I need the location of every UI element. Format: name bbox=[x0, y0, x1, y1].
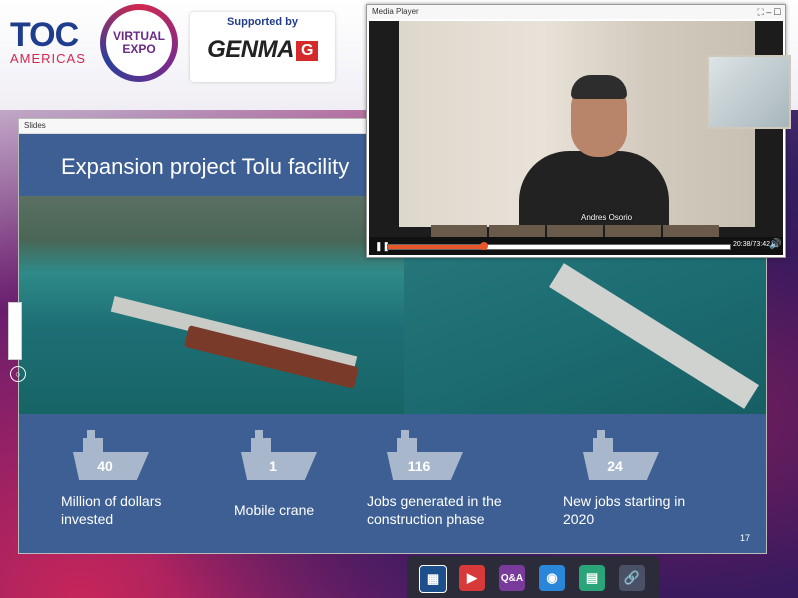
video-icon[interactable]: ▶ bbox=[459, 565, 485, 591]
link-icon[interactable]: 🔗 bbox=[619, 565, 645, 591]
progress-handle[interactable] bbox=[479, 242, 488, 250]
stat-label: New jobs starting in 2020 bbox=[563, 493, 686, 527]
media-player-window[interactable]: Media Player ⛶ – ☐ Andres Osorio ❚❚ 20:3… bbox=[366, 4, 791, 258]
video-controls: ❚❚ 20:38/73:42 🔊 bbox=[369, 237, 783, 255]
sponsor-name: GENMA bbox=[207, 36, 294, 63]
toc-americas-logo: TOC AMERICAS bbox=[10, 18, 95, 66]
wall-picture bbox=[707, 55, 791, 129]
sponsor-box: Supported by GENMA G bbox=[190, 12, 335, 82]
stat-value: 24 bbox=[607, 458, 623, 474]
logo-text-sub: AMERICAS bbox=[10, 51, 86, 66]
side-panel-tab[interactable] bbox=[8, 302, 22, 360]
video-frame: Andres Osorio bbox=[399, 21, 791, 227]
qa-label: Q&A bbox=[500, 572, 524, 584]
ship-icon: 40 bbox=[73, 428, 149, 480]
presentation-icon[interactable]: ▦ bbox=[419, 565, 447, 593]
circle-icon[interactable]: ○ bbox=[10, 366, 26, 382]
progress-bar[interactable] bbox=[387, 242, 731, 250]
window-controls[interactable]: ⛶ – ☐ bbox=[757, 5, 781, 19]
expo-line2: EXPO bbox=[122, 42, 156, 56]
notes-icon[interactable]: ▤ bbox=[579, 565, 605, 591]
jetty-shape bbox=[549, 263, 759, 409]
qa-icon[interactable]: Q&A bbox=[499, 565, 525, 591]
stat-label: Jobs generated in the construction phase bbox=[367, 493, 502, 527]
ship-icon: 116 bbox=[387, 428, 463, 480]
supported-by-label: Supported by bbox=[227, 16, 298, 28]
sponsor-logo: GENMA G bbox=[190, 36, 335, 64]
speaker-name-label: Andres Osorio bbox=[581, 213, 633, 222]
stats-panel: 40 Million of dollars invested 1 Mobile … bbox=[19, 414, 766, 553]
stat-label: Million of dollars invested bbox=[61, 493, 162, 527]
user-icon[interactable]: ◉ bbox=[539, 565, 565, 591]
stat-value: 1 bbox=[269, 458, 277, 474]
slide-page-number: 17 bbox=[739, 533, 750, 543]
progress-fill bbox=[388, 245, 484, 249]
stat-value: 40 bbox=[97, 458, 113, 474]
stat-value: 116 bbox=[407, 458, 431, 474]
media-player-title: Media Player bbox=[372, 7, 419, 16]
bottom-dock: ▦ ▶ Q&A ◉ ▤ 🔗 bbox=[407, 556, 659, 598]
slide-title: Expansion project Tolu facility bbox=[61, 154, 350, 179]
genma-mark-icon: G bbox=[295, 40, 318, 61]
port-photo-left bbox=[19, 196, 404, 414]
ship-icon: 1 bbox=[241, 428, 317, 480]
time-display: 20:38/73:42 bbox=[733, 241, 770, 248]
speaker-hair bbox=[571, 75, 627, 99]
video-area[interactable]: Andres Osorio ❚❚ 20:38/73:42 🔊 bbox=[369, 21, 791, 255]
virtual-expo-logo: VIRTUAL EXPO bbox=[100, 4, 178, 82]
volume-icon[interactable]: 🔊 bbox=[769, 239, 781, 250]
ship-icon: 24 bbox=[583, 428, 659, 480]
media-player-title-bar: Media Player ⛶ – ☐ bbox=[367, 5, 785, 19]
stat-label: Mobile crane bbox=[234, 502, 315, 518]
logo-text-main: TOC bbox=[10, 16, 79, 54]
